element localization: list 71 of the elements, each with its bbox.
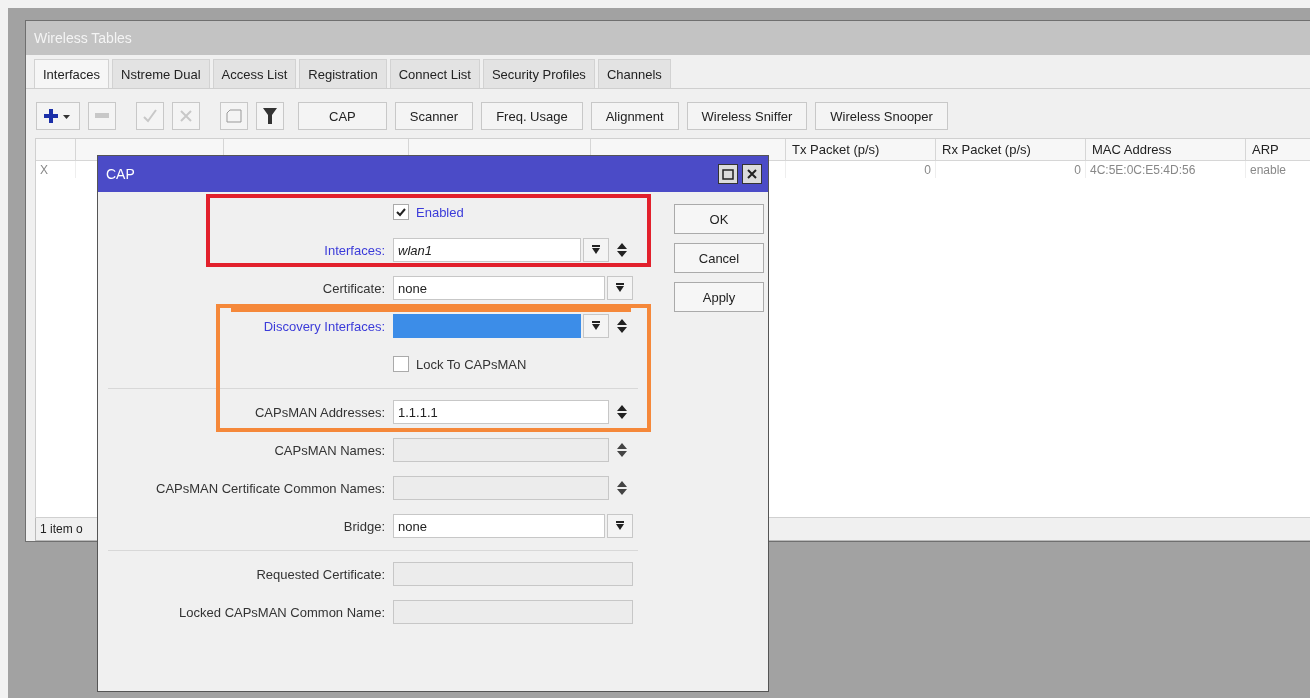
dialog-title: CAP: [106, 166, 135, 182]
up-down-icon: [617, 243, 627, 257]
input-field[interactable]: [393, 314, 581, 338]
column-header[interactable]: Rx Packet (p/s): [936, 139, 1086, 161]
up-down-icon: [617, 319, 627, 333]
dropdown-button[interactable]: [607, 514, 633, 538]
tab[interactable]: Access List: [212, 59, 297, 88]
toolbar-button[interactable]: Wireless Snooper: [815, 102, 948, 130]
table-cell: enable: [1246, 161, 1310, 178]
table-cell: 4C:5E:0C:E5:4D:56: [1086, 161, 1246, 178]
tab[interactable]: Security Profiles: [482, 59, 595, 88]
dialog-button[interactable]: Cancel: [674, 243, 764, 273]
dropdown-button[interactable]: [583, 238, 609, 262]
input-field[interactable]: wlan1: [393, 238, 581, 262]
table-cell: 0: [786, 161, 936, 178]
cross-icon: [179, 109, 193, 123]
checkbox-label: Lock To CAPsMAN: [416, 356, 527, 372]
input-field[interactable]: 1.1.1.1: [393, 400, 609, 424]
field-label: Discovery Interfaces:: [263, 318, 385, 334]
check-icon: [396, 207, 406, 217]
tab[interactable]: Channels: [597, 59, 671, 88]
dropdown-icon: [591, 321, 601, 331]
field-label: Interfaces:: [324, 242, 385, 258]
field-label: Requested Certificate:: [256, 566, 385, 582]
field-label: Locked CAPsMAN Common Name:: [179, 604, 385, 620]
checkbox-label: Enabled: [416, 204, 464, 220]
check-icon: [143, 109, 157, 123]
plus-icon: [43, 108, 73, 124]
dropdown-icon: [591, 245, 601, 255]
up-down-icon: [617, 481, 627, 495]
table-cell: 0: [936, 161, 1086, 178]
up-down-icon: [617, 443, 627, 457]
toolbar-button[interactable]: Freq. Usage: [481, 102, 583, 130]
dropdown-icon: [615, 283, 625, 293]
dialog-button[interactable]: OK: [674, 204, 764, 234]
close-button[interactable]: [742, 164, 762, 184]
tab[interactable]: Registration: [299, 59, 387, 88]
field-label: CAPsMAN Names:: [274, 442, 385, 458]
checkbox[interactable]: [393, 204, 409, 220]
tab[interactable]: Nstreme Dual: [112, 59, 210, 88]
field-label: Bridge:: [343, 518, 385, 534]
toolbar-button[interactable]: [36, 102, 80, 130]
toolbar-button[interactable]: Wireless Sniffer: [686, 102, 808, 130]
input-field[interactable]: none: [393, 276, 605, 300]
note-icon: [226, 109, 242, 123]
table-cell: X: [36, 161, 76, 178]
close-icon: [747, 169, 757, 179]
column-header[interactable]: Tx Packet (p/s): [786, 139, 936, 161]
input-field[interactable]: none: [393, 514, 605, 538]
maximize-button[interactable]: [718, 164, 738, 184]
dropdown-icon: [615, 521, 625, 531]
toolbar-button[interactable]: CAP: [298, 102, 387, 130]
field-label: CAPsMAN Certificate Common Names:: [156, 480, 385, 496]
up-down-icon: [617, 405, 627, 419]
toolbar-button[interactable]: Alignment: [590, 102, 679, 130]
column-header[interactable]: MAC Address: [1086, 139, 1246, 161]
tab[interactable]: Interfaces: [34, 59, 110, 88]
field-label: Certificate:: [322, 280, 385, 296]
dropdown-button[interactable]: [607, 276, 633, 300]
dropdown-button[interactable]: [583, 314, 609, 338]
dialog-button[interactable]: Apply: [674, 282, 764, 312]
maximize-icon: [722, 168, 734, 180]
checkbox[interactable]: [393, 356, 409, 372]
toolbar-button[interactable]: [256, 102, 284, 130]
status-text: 1 item o: [39, 522, 84, 536]
tab[interactable]: Connect List: [389, 59, 480, 88]
field-label: CAPsMAN Addresses:: [254, 404, 385, 420]
filter-icon: [263, 108, 277, 124]
column-header[interactable]: ARP: [1246, 139, 1310, 161]
toolbar-button[interactable]: Scanner: [394, 102, 474, 130]
minus-icon: [95, 113, 109, 119]
